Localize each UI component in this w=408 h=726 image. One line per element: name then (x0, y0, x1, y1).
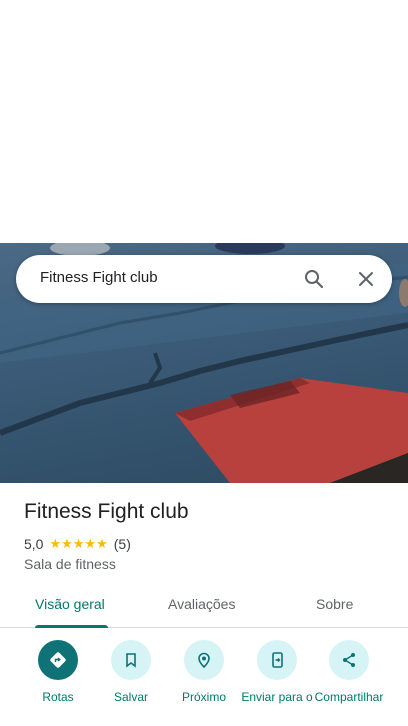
action-bar: Rotas Salvar Próximo Enviar para o Compa… (0, 640, 408, 726)
share-button[interactable]: Compartilhar (309, 640, 389, 704)
send-to-phone-icon (257, 640, 297, 680)
active-tab-indicator (35, 625, 108, 628)
review-count: (5) (113, 536, 131, 552)
bookmark-icon (111, 640, 151, 680)
star-rating-icon: ★★★★★ (49, 536, 108, 551)
close-icon[interactable] (354, 267, 378, 291)
nearby-label: Próximo (181, 690, 226, 704)
tab-reviews[interactable]: Avaliações (168, 596, 235, 612)
search-bar[interactable]: Fitness Fight club (16, 255, 392, 303)
tab-about[interactable]: Sobre (316, 596, 353, 612)
save-button[interactable]: Salvar (91, 640, 171, 704)
search-input[interactable]: Fitness Fight club (40, 269, 158, 286)
search-icon[interactable] (302, 267, 326, 291)
nearby-icon (184, 640, 224, 680)
map-blank-area (0, 0, 408, 243)
share-label: Compartilhar (314, 690, 384, 704)
directions-label: Rotas (42, 690, 74, 704)
rating-value: 5,0 (24, 536, 44, 552)
place-category: Sala de fitness (24, 556, 116, 572)
tab-bar: Visão geral Avaliações Sobre (0, 584, 408, 628)
directions-button[interactable]: Rotas (18, 640, 98, 704)
tab-overview[interactable]: Visão geral (35, 596, 105, 612)
save-label: Salvar (113, 690, 148, 704)
share-icon (329, 640, 369, 680)
nearby-button[interactable]: Próximo (164, 640, 244, 704)
rating-row[interactable]: 5,0 ★★★★★ (5) (24, 536, 131, 552)
directions-icon (38, 640, 78, 680)
send-to-phone-button[interactable]: Enviar para o (237, 640, 317, 704)
place-title: Fitness Fight club (24, 500, 189, 523)
send-to-phone-label: Enviar para o (241, 690, 313, 704)
